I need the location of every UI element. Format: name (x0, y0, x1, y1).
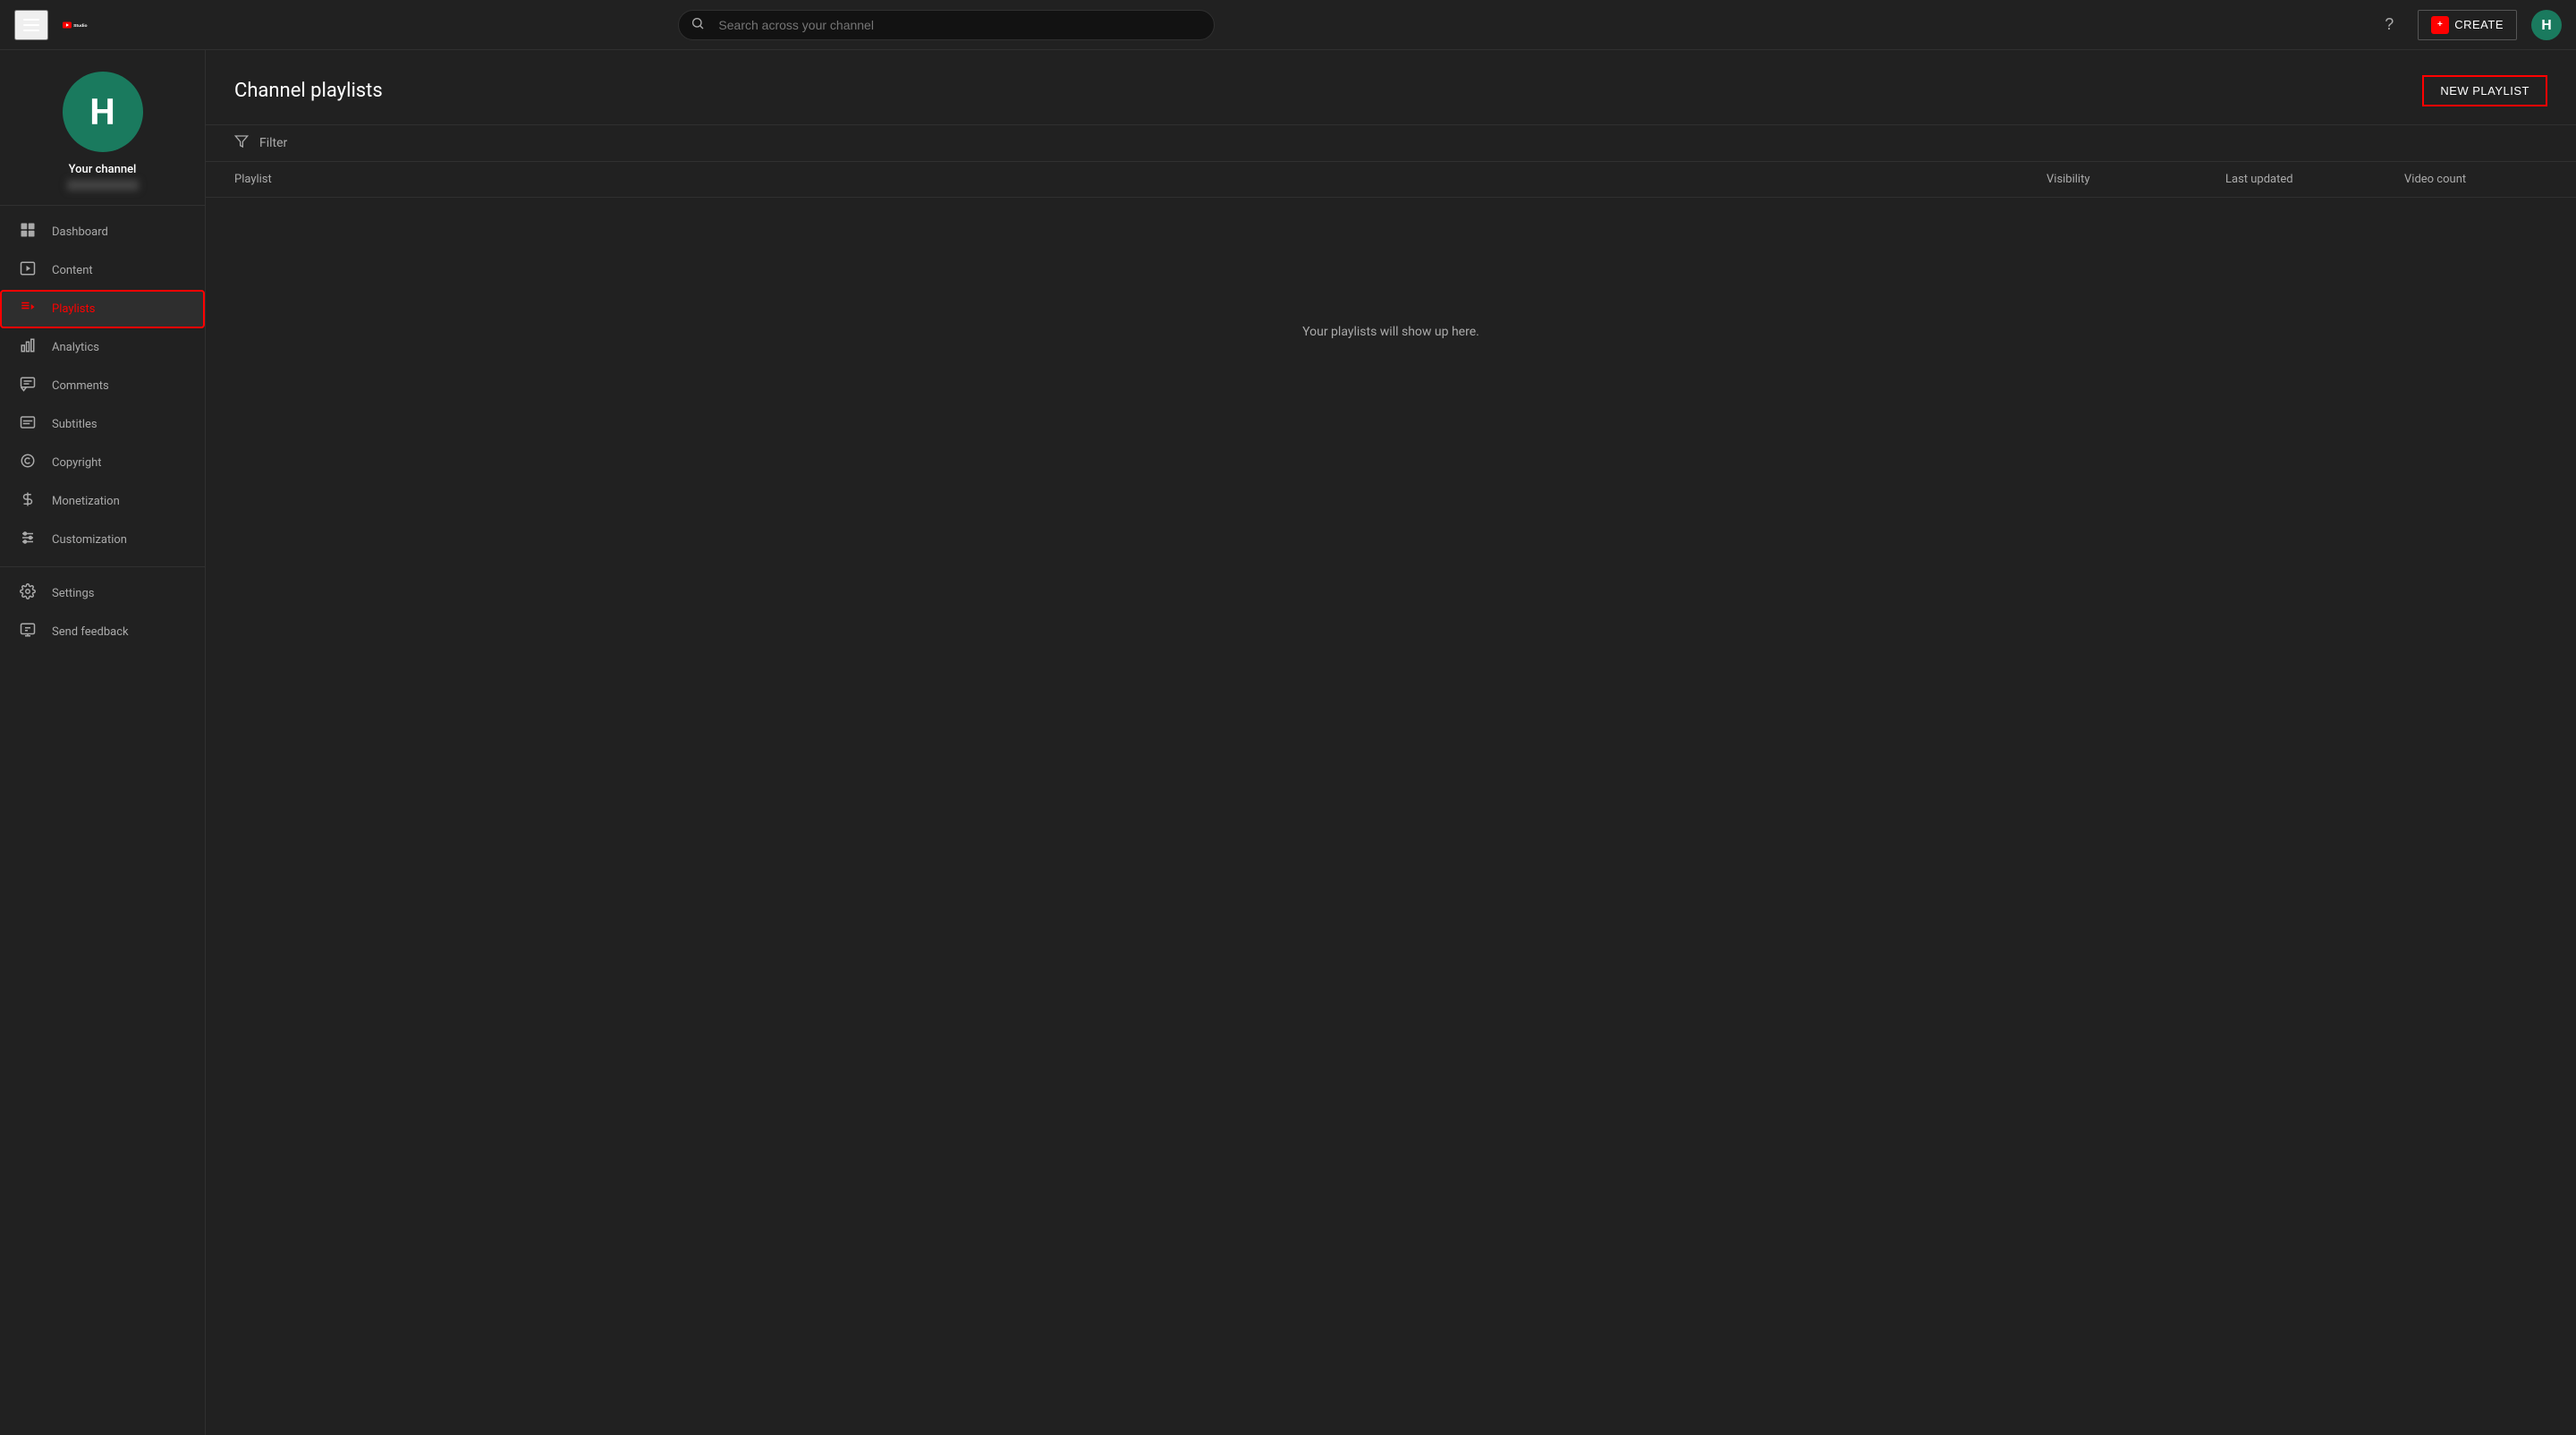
logo[interactable]: Studio (63, 15, 91, 35)
col-last-updated: Last updated (2225, 173, 2404, 186)
sidebar-nav: Dashboard Content (0, 206, 205, 658)
sidebar-item-send-feedback[interactable]: Send feedback (0, 613, 205, 651)
copyright-icon (18, 453, 38, 473)
youtube-logo-icon: Studio (63, 15, 91, 35)
sidebar-item-dashboard[interactable]: Dashboard (0, 213, 205, 251)
sidebar-item-label: Analytics (52, 341, 99, 354)
filter-label: Filter (259, 136, 287, 150)
channel-name-blurred (67, 180, 139, 191)
sidebar-item-settings[interactable]: Settings (0, 574, 205, 613)
subtitles-icon (18, 414, 38, 435)
sidebar-item-label: Playlists (52, 302, 95, 316)
create-button[interactable]: + CREATE (2418, 10, 2517, 40)
sidebar-item-label: Comments (52, 379, 109, 393)
col-playlist: Playlist (234, 173, 2046, 186)
new-playlist-button[interactable]: NEW PLAYLIST (2422, 75, 2547, 106)
channel-section: H Your channel (0, 50, 205, 206)
sidebar-item-subtitles[interactable]: Subtitles (0, 405, 205, 444)
sidebar-item-comments[interactable]: Comments (0, 367, 205, 405)
nav-right: ? + CREATE H (2375, 10, 2562, 40)
sidebar-item-label: Content (52, 264, 93, 277)
main-layout: H Your channel Dashboard (0, 50, 2576, 1435)
page-title: Channel playlists (234, 80, 383, 102)
search-bar (678, 10, 1215, 40)
feedback-icon (18, 622, 38, 642)
top-navigation: Studio ? + CREATE H (0, 0, 2576, 50)
content-header: Channel playlists NEW PLAYLIST (206, 50, 2576, 124)
channel-label: Your channel (69, 163, 137, 176)
channel-avatar[interactable]: H (63, 72, 143, 152)
dashboard-icon (18, 222, 38, 242)
content-area: Channel playlists NEW PLAYLIST Filter Pl… (206, 50, 2576, 1435)
col-visibility: Visibility (2046, 173, 2225, 186)
create-icon: + (2431, 16, 2449, 34)
settings-icon (18, 583, 38, 604)
comments-icon (18, 376, 38, 396)
sidebar-item-label: Settings (52, 587, 94, 600)
sidebar-divider (0, 566, 205, 567)
avatar[interactable]: H (2531, 10, 2562, 40)
sidebar-item-label: Monetization (52, 495, 120, 508)
create-label: CREATE (2454, 18, 2504, 31)
sidebar: H Your channel Dashboard (0, 50, 206, 1435)
menu-button[interactable] (14, 10, 48, 40)
sidebar-item-monetization[interactable]: Monetization (0, 482, 205, 521)
sidebar-item-copyright[interactable]: Copyright (0, 444, 205, 482)
playlists-icon (18, 299, 38, 319)
empty-state: Your playlists will show up here. (206, 198, 2576, 466)
nav-left: Studio (14, 10, 91, 40)
svg-text:Studio: Studio (73, 22, 87, 28)
sidebar-item-label: Copyright (52, 456, 102, 470)
monetization-icon (18, 491, 38, 512)
search-input[interactable] (678, 10, 1215, 40)
table-header: Playlist Visibility Last updated Video c… (206, 162, 2576, 198)
sidebar-item-label: Subtitles (52, 418, 97, 431)
col-video-count: Video count (2404, 173, 2547, 186)
help-button[interactable]: ? (2375, 11, 2403, 39)
filter-bar: Filter (206, 124, 2576, 162)
sidebar-item-label: Send feedback (52, 625, 129, 639)
sidebar-item-label: Customization (52, 533, 127, 547)
customization-icon (18, 530, 38, 550)
sidebar-item-playlists[interactable]: Playlists (0, 290, 205, 328)
sidebar-item-label: Dashboard (52, 225, 108, 239)
analytics-icon (18, 337, 38, 358)
search-icon (691, 16, 705, 34)
content-icon (18, 260, 38, 281)
sidebar-item-content[interactable]: Content (0, 251, 205, 290)
sidebar-item-customization[interactable]: Customization (0, 521, 205, 559)
filter-icon (234, 134, 249, 152)
empty-state-text: Your playlists will show up here. (1302, 325, 1479, 339)
sidebar-item-analytics[interactable]: Analytics (0, 328, 205, 367)
